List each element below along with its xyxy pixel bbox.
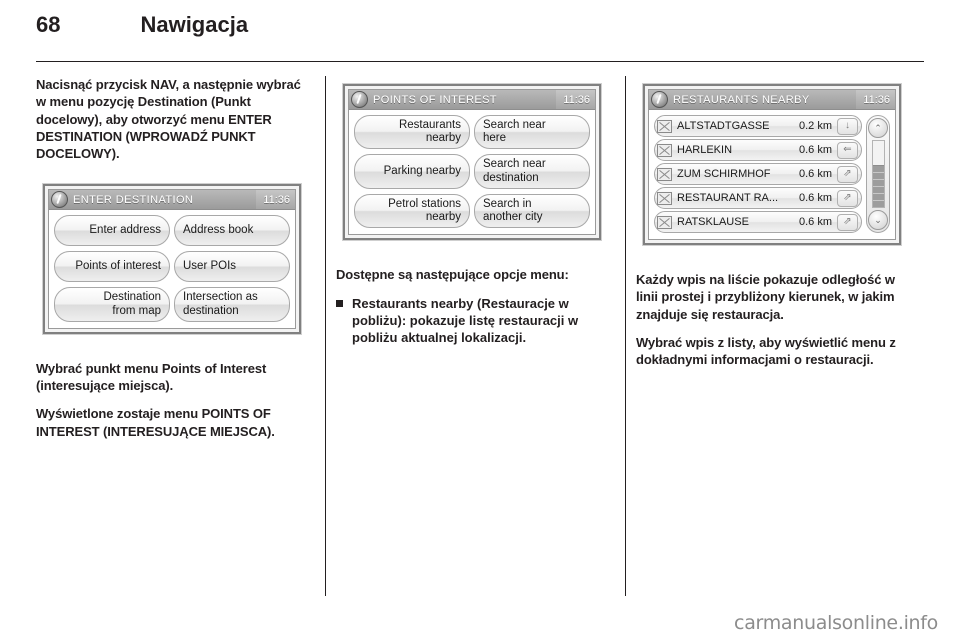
info-icon xyxy=(351,91,368,108)
menu-button-destination-from-map[interactable]: Destination from map xyxy=(54,287,170,322)
list-item: Restaurants nearby (Restauracje w pobliż… xyxy=(336,295,608,347)
arrow-down-icon: ↓ xyxy=(837,117,858,135)
scrollbar-track[interactable] xyxy=(871,140,885,208)
menu-button-parking-nearby[interactable]: Parking nearby xyxy=(354,154,470,189)
restaurant-distance: 0.6 km xyxy=(798,192,832,204)
column-2: POINTS OF INTEREST 11:36 Restaurants nea… xyxy=(336,76,608,356)
table-row[interactable]: ALTSTADTGASSE 0.2 km ↓ xyxy=(654,115,862,137)
menu-row: Enter address Address book xyxy=(54,215,290,247)
arrow-up-right-icon: ⇗ xyxy=(837,189,858,207)
table-row[interactable]: ZUM SCHIRMHOF 0.6 km ⇗ xyxy=(654,163,862,185)
restaurant-name: RESTAURANT RA... xyxy=(677,192,779,204)
arrow-left-icon: ⇐ xyxy=(837,141,858,159)
menu-button-restaurants-nearby[interactable]: Restaurants nearby xyxy=(354,115,470,150)
column-1: Nacisnąć przycisk NAV, a następnie wybra… xyxy=(36,76,308,454)
content-columns: Nacisnąć przycisk NAV, a następnie wybra… xyxy=(0,76,960,596)
restaurant-icon xyxy=(657,119,672,133)
scroll-down-icon[interactable]: ⌄ xyxy=(868,210,888,230)
restaurant-icon xyxy=(657,143,672,157)
col3-paragraph-2: Wybrać wpis z listy, aby wyświetlić menu… xyxy=(636,334,896,368)
info-icon xyxy=(51,191,68,209)
col1-paragraph-2: Wybrać punkt menu Points of Interest (in… xyxy=(36,360,267,394)
menu-row: Points of interest User POIs xyxy=(54,251,290,283)
screen-title-bar: POINTS OF INTEREST 11:36 xyxy=(349,90,595,110)
menu-row: Destination from map Intersection as des… xyxy=(54,287,290,322)
screen-title-bar: ENTER DESTINATION 11:36 xyxy=(49,190,295,211)
col2-paragraph-1: Dostępne są następujące opcje menu: xyxy=(336,267,569,283)
restaurant-name: RATSKLAUSE xyxy=(677,216,749,228)
screen-clock: 11:36 xyxy=(856,90,895,109)
screen-clock: 11:36 xyxy=(256,190,295,210)
arrow-up-right-icon: ⇗ xyxy=(837,165,858,183)
header-divider xyxy=(36,61,924,62)
restaurant-distance: 0.6 km xyxy=(798,168,832,180)
col2-bullet-list: Restaurants nearby (Restauracje w pobliż… xyxy=(336,295,608,347)
col1-paragraph-3: Wyświetlone zostaje menu POINTS OF INTER… xyxy=(36,406,275,439)
scrollbar-thumb[interactable] xyxy=(872,165,884,207)
restaurant-list: ALTSTADTGASSE 0.2 km ↓ HARLEKIN 0.6 km ⇐ xyxy=(654,115,862,233)
menu-row: Petrol stations nearby Search in another… xyxy=(354,193,590,229)
menu-button-user-pois[interactable]: User POIs xyxy=(174,251,290,283)
page-title: Nawigacja xyxy=(140,12,249,37)
restaurant-name: ALTSTADTGASSE xyxy=(677,120,770,132)
restaurant-icon xyxy=(657,215,672,229)
restaurants-nearby-screenshot: RESTAURANTS NEARBY 11:36 ALTSTADTGASSE 0… xyxy=(636,76,908,255)
restaurant-distance: 0.2 km xyxy=(798,120,832,132)
col3-paragraph-1: Każdy wpis na liście pokazuje odległość … xyxy=(636,272,895,322)
screen-title-text: ENTER DESTINATION xyxy=(73,193,194,206)
screen-clock: 11:36 xyxy=(556,90,595,109)
menu-button-search-near-here[interactable]: Search near here xyxy=(474,115,590,150)
page-number: 68 xyxy=(36,12,61,37)
site-watermark: carmanualsonline.info xyxy=(734,612,938,634)
points-of-interest-screenshot: POINTS OF INTEREST 11:36 Restaurants nea… xyxy=(336,76,608,251)
menu-row: Restaurants nearby Search near here xyxy=(354,115,590,150)
restaurant-name: HARLEKIN xyxy=(677,144,733,156)
restaurant-distance: 0.6 km xyxy=(798,144,832,156)
list-scrollbar[interactable]: ⌃ ⌄ xyxy=(866,115,890,233)
menu-button-address-book[interactable]: Address book xyxy=(174,215,290,247)
table-row[interactable]: RATSKLAUSE 0.6 km ⇗ xyxy=(654,211,862,233)
screen-title-text: POINTS OF INTEREST xyxy=(373,93,497,106)
screen-title-text: RESTAURANTS NEARBY xyxy=(673,93,810,106)
restaurant-name: ZUM SCHIRMHOF xyxy=(677,168,771,180)
col1-paragraph-1: Nacisnąć przycisk NAV, a następnie wybra… xyxy=(36,77,301,162)
restaurant-distance: 0.6 km xyxy=(798,216,832,228)
column-3: RESTAURANTS NEARBY 11:36 ALTSTADTGASSE 0… xyxy=(636,76,908,382)
menu-button-search-in-another-city[interactable]: Search in another city xyxy=(474,193,590,229)
screen-title-bar: RESTAURANTS NEARBY 11:36 xyxy=(649,90,895,110)
list-item-label: Restaurants nearby (Restauracje w pobliż… xyxy=(352,295,579,346)
menu-button-enter-address[interactable]: Enter address xyxy=(54,215,170,247)
scroll-up-icon[interactable]: ⌃ xyxy=(868,118,888,138)
enter-destination-screenshot: ENTER DESTINATION 11:36 Enter address Ad… xyxy=(36,176,308,344)
page-header: 68 Nawigacja xyxy=(36,12,924,46)
table-row[interactable]: RESTAURANT RA... 0.6 km ⇗ xyxy=(654,187,862,209)
menu-row: Parking nearby Search near destination xyxy=(354,154,590,189)
menu-button-search-near-destination[interactable]: Search near destination xyxy=(474,154,590,189)
bullet-square-icon xyxy=(336,299,343,307)
restaurant-icon xyxy=(657,191,672,205)
table-row[interactable]: HARLEKIN 0.6 km ⇐ xyxy=(654,139,862,161)
menu-button-intersection-as-destination[interactable]: Intersection as destination xyxy=(174,287,290,322)
menu-button-petrol-stations-nearby[interactable]: Petrol stations nearby xyxy=(354,193,470,229)
restaurant-icon xyxy=(657,167,672,181)
arrow-up-right-icon: ⇗ xyxy=(837,213,858,231)
info-icon xyxy=(651,91,668,108)
menu-button-points-of-interest[interactable]: Points of interest xyxy=(54,251,170,283)
